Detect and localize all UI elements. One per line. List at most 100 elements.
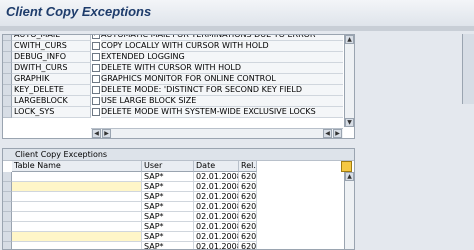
row-selector[interactable] bbox=[3, 63, 12, 74]
table-row[interactable]: SAP* 02.01.2008 620 bbox=[3, 192, 343, 202]
parameter-name: DEBUG_INFO bbox=[12, 52, 91, 63]
scroll-left-icon[interactable]: ◀ bbox=[92, 129, 101, 138]
parameter-description: DELETE MODE: 'DISTINCT FOR SECOND KEY FI… bbox=[101, 85, 343, 96]
table-name-cell[interactable] bbox=[12, 242, 142, 249]
horizontal-scrollbar[interactable]: ◀ ▶ ◀ ▶ bbox=[91, 128, 343, 138]
parameter-name: DWITH_CURS bbox=[12, 63, 91, 74]
row-selector[interactable] bbox=[3, 41, 12, 52]
rel-cell: 620 bbox=[239, 212, 257, 222]
parameter-name: LARGEBLOCK bbox=[12, 96, 91, 107]
parameter-description: GRAPHICS MONITOR FOR ONLINE CONTROL bbox=[101, 74, 343, 85]
scroll-left-end-icon[interactable]: ◀ bbox=[323, 129, 332, 138]
column-header-rel[interactable]: Rel. bbox=[239, 161, 257, 172]
table-row[interactable]: SAP* 02.01.2008 620 bbox=[3, 172, 343, 182]
rel-cell: 620 bbox=[239, 182, 257, 192]
checkbox[interactable] bbox=[92, 97, 100, 105]
rel-cell: 620 bbox=[239, 202, 257, 212]
table-row[interactable]: SAP* 02.01.2008 620 bbox=[3, 222, 343, 232]
row-selector[interactable] bbox=[3, 96, 12, 107]
checkbox[interactable] bbox=[92, 64, 100, 72]
column-header-date[interactable]: Date bbox=[194, 161, 239, 172]
user-cell: SAP* bbox=[142, 172, 194, 182]
title-bar: Client Copy Exceptions bbox=[0, 0, 474, 27]
table-row[interactable]: KEY_DELETE DELETE MODE: 'DISTINCT FOR SEC… bbox=[3, 85, 343, 96]
table-name-cell[interactable] bbox=[12, 172, 142, 182]
table-name-cell[interactable] bbox=[12, 182, 142, 192]
date-cell: 02.01.2008 bbox=[194, 212, 239, 222]
table-name-cell[interactable] bbox=[12, 202, 142, 212]
vertical-scrollbar[interactable]: ▲ ▼ bbox=[344, 35, 354, 127]
checkbox[interactable]: ✓ bbox=[92, 35, 100, 39]
exceptions-scroll-up-icon[interactable]: ▲ bbox=[345, 172, 354, 181]
table-settings-icon[interactable] bbox=[341, 161, 352, 172]
row-selector[interactable] bbox=[3, 85, 12, 96]
date-cell: 02.01.2008 bbox=[194, 222, 239, 232]
parameter-description: DELETE MODE WITH SYSTEM-WIDE EXCLUSIVE L… bbox=[101, 107, 343, 118]
user-cell: SAP* bbox=[142, 202, 194, 212]
right-panel-scrollbar[interactable] bbox=[462, 34, 474, 104]
scroll-up-icon[interactable]: ▲ bbox=[345, 35, 354, 44]
parameter-name: KEY_DELETE bbox=[12, 85, 91, 96]
checkbox[interactable] bbox=[92, 42, 100, 50]
row-selector[interactable] bbox=[3, 192, 12, 202]
row-selector[interactable] bbox=[3, 52, 12, 63]
user-cell: SAP* bbox=[142, 222, 194, 232]
scroll-right-end-icon[interactable]: ▶ bbox=[333, 129, 342, 138]
table-name-cell[interactable] bbox=[12, 212, 142, 222]
parameter-description: DELETE WITH CURSOR WITH HOLD bbox=[101, 63, 343, 74]
row-selector[interactable] bbox=[3, 35, 12, 41]
scroll-right-icon[interactable]: ▶ bbox=[102, 129, 111, 138]
table-row[interactable]: LOCK_SYS DELETE MODE WITH SYSTEM-WIDE EXC… bbox=[3, 107, 343, 118]
rel-cell: 620 bbox=[239, 192, 257, 202]
table-row[interactable]: SAP* 02.01.2008 620 bbox=[3, 212, 343, 222]
user-cell: SAP* bbox=[142, 182, 194, 192]
table-row[interactable]: SAP* 02.01.2008 620 bbox=[3, 242, 343, 250]
date-cell: 02.01.2008 bbox=[194, 232, 239, 242]
row-selector[interactable] bbox=[3, 212, 12, 222]
table-row[interactable]: DWITH_CURS DELETE WITH CURSOR WITH HOLD bbox=[3, 63, 343, 74]
table-row[interactable]: CWITH_CURS COPY LOCALLY WITH CURSOR WITH … bbox=[3, 41, 343, 52]
date-cell: 02.01.2008 bbox=[194, 192, 239, 202]
table-row[interactable]: SAP* 02.01.2008 620 bbox=[3, 182, 343, 192]
parameter-table: AUTO_MAIL ✓ AUTOMATIC MAIL FOR TERMINATION… bbox=[2, 34, 355, 139]
row-selector[interactable] bbox=[3, 242, 12, 249]
table-row[interactable]: AUTO_MAIL ✓ AUTOMATIC MAIL FOR TERMINATION… bbox=[3, 35, 343, 41]
date-cell: 02.01.2008 bbox=[194, 182, 239, 192]
row-selector[interactable] bbox=[3, 232, 12, 242]
rel-cell: 620 bbox=[241, 242, 257, 250]
checkbox[interactable] bbox=[92, 86, 100, 94]
row-selector[interactable] bbox=[3, 222, 12, 232]
column-header-table-name[interactable]: Table Name bbox=[12, 161, 142, 172]
rel-cell: 620 bbox=[239, 222, 257, 232]
exceptions-vertical-scrollbar[interactable]: ▲ bbox=[344, 172, 354, 249]
checkbox[interactable] bbox=[92, 53, 100, 61]
table-row[interactable]: LARGEBLOCK USE LARGE BLOCK SIZE bbox=[3, 96, 343, 107]
row-selector[interactable] bbox=[3, 172, 12, 182]
row-selector[interactable] bbox=[3, 107, 12, 118]
parameter-description: AUTOMATIC MAIL FOR TERMINATIONS DUE TO E… bbox=[101, 35, 343, 41]
table-name-cell[interactable] bbox=[12, 232, 142, 242]
date-cell: 02.01.2008 bbox=[194, 172, 239, 182]
table-row[interactable]: SAP* 02.01.2008 620 bbox=[3, 232, 343, 242]
checkbox[interactable] bbox=[92, 75, 100, 83]
table-row[interactable]: GRAPHIK GRAPHICS MONITOR FOR ONLINE CONTR… bbox=[3, 74, 343, 85]
column-header-user[interactable]: User bbox=[142, 161, 194, 172]
parameter-description: EXTENDED LOGGING bbox=[101, 52, 343, 63]
toolbar-divider bbox=[0, 26, 474, 31]
checkbox[interactable] bbox=[92, 108, 100, 116]
table-caption: Client Copy Exceptions bbox=[3, 149, 354, 161]
row-selector[interactable] bbox=[3, 182, 12, 192]
table-row[interactable]: SAP* 02.01.2008 620 bbox=[3, 202, 343, 212]
user-cell: SAP* bbox=[142, 242, 194, 249]
scroll-down-icon[interactable]: ▼ bbox=[345, 118, 354, 127]
table-name-cell[interactable] bbox=[12, 192, 142, 202]
rel-cell: 620 bbox=[239, 232, 257, 242]
row-selector[interactable] bbox=[3, 74, 12, 85]
date-cell: 02.01.2008 bbox=[194, 202, 239, 212]
table-name-cell[interactable] bbox=[12, 222, 142, 232]
user-cell: SAP* bbox=[142, 192, 194, 202]
exceptions-table: Client Copy Exceptions Table Name User D… bbox=[2, 148, 355, 250]
rel-cell: 620 bbox=[239, 172, 257, 182]
row-selector[interactable] bbox=[3, 202, 12, 212]
table-row[interactable]: DEBUG_INFO EXTENDED LOGGING bbox=[3, 52, 343, 63]
